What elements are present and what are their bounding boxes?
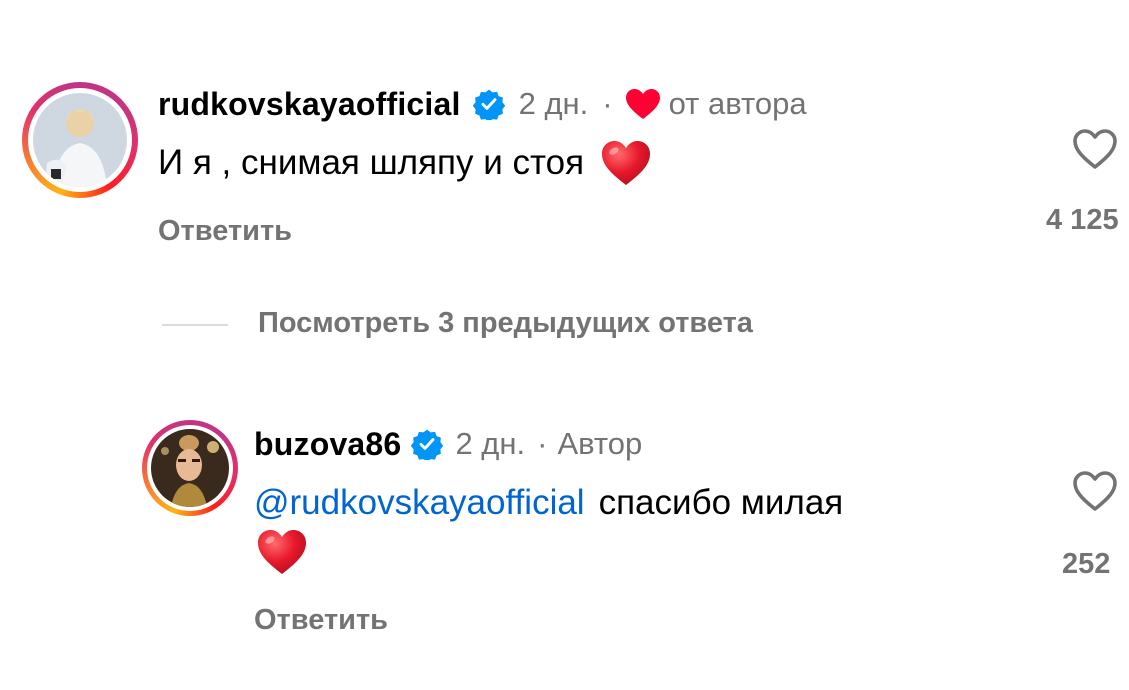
view-previous-replies-button[interactable]: Посмотреть 3 предыдущих ответа [258,307,753,340]
replies-divider-line [162,324,228,326]
reply-button[interactable]: Ответить [158,215,292,248]
verified-badge-icon [472,88,505,122]
comment-username[interactable]: rudkovskayaofficial [158,86,461,123]
reply-text: спасибо милая [598,483,844,522]
reply-username[interactable]: buzova86 [254,426,401,463]
reply-avatar[interactable] [142,420,238,516]
comment-text: И я , снимая шляпу и стоя [158,143,585,182]
avatar-image [33,93,127,187]
meta-separator: · [602,86,613,121]
like-heart-icon[interactable] [1072,470,1118,512]
comment-time: 2 дн. [518,86,589,121]
like-heart-icon[interactable] [1072,128,1118,170]
avatar[interactable] [22,82,138,198]
verified-badge-icon [411,428,444,462]
liked-by-author-heart-icon [625,88,661,120]
reply-mention-link[interactable]: @rudkovskayaofficial [254,483,585,523]
like-count: 252 [1062,548,1111,580]
meta-separator: · [537,426,548,461]
author-label: от автора [668,86,807,121]
reply-avatar-image [151,429,229,507]
red-heart-emoji-icon [256,528,308,576]
author-label: Автор [557,426,643,461]
reply-time: 2 дн. [455,426,526,461]
reply-button[interactable]: Ответить [254,604,388,637]
like-count: 4 125 [1046,204,1119,236]
red-heart-emoji-icon [600,139,652,187]
